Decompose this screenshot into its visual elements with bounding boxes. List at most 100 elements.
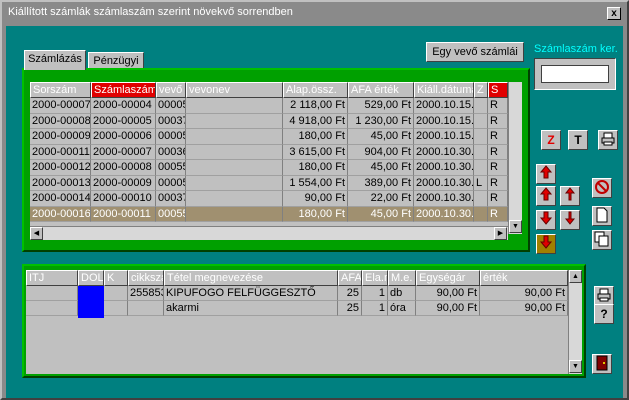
table-cell[interactable]: akarmi xyxy=(164,301,338,316)
column-header[interactable]: Tétel megnevezése xyxy=(164,270,338,286)
table-cell[interactable]: 90,00 Ft xyxy=(416,301,480,316)
table-cell[interactable]: 90,00 Ft xyxy=(480,301,568,316)
column-header[interactable]: M.e. xyxy=(388,270,416,286)
arrow-page-down-icon[interactable] xyxy=(560,210,580,230)
table-cell[interactable]: 2000-00009 xyxy=(91,175,156,191)
table-cell[interactable]: 25 xyxy=(338,286,362,301)
table-cell[interactable] xyxy=(474,206,488,222)
table-cell[interactable]: 389,00 Ft xyxy=(348,175,414,191)
scroll-down-icon[interactable]: ▼ xyxy=(509,220,522,233)
print-items-icon[interactable] xyxy=(594,286,614,306)
table-cell[interactable]: 00037 xyxy=(156,113,186,129)
column-header[interactable]: Számlaszám xyxy=(91,82,156,98)
table-cell[interactable]: R xyxy=(488,206,508,222)
table-cell[interactable]: 90,00 Ft xyxy=(416,286,480,301)
column-header[interactable]: vevonev xyxy=(186,82,283,98)
table-cell[interactable]: 2000-00014 xyxy=(30,191,91,207)
table-cell[interactable]: 1 554,00 Ft xyxy=(283,175,348,191)
table-cell[interactable]: 529,00 Ft xyxy=(348,98,414,114)
table-cell[interactable]: 255853 xyxy=(128,286,164,301)
table-cell[interactable]: 22,00 Ft xyxy=(348,191,414,207)
column-header[interactable]: Z xyxy=(474,82,488,98)
table-cell[interactable]: 00005 xyxy=(156,129,186,145)
arrow-down-icon[interactable] xyxy=(536,210,556,230)
arrow-page-up-icon[interactable] xyxy=(560,186,580,206)
table-cell[interactable]: R xyxy=(488,175,508,191)
table-cell[interactable]: R xyxy=(488,144,508,160)
table-cell[interactable]: 2000-00012 xyxy=(30,160,91,176)
table-cell[interactable]: 00005 xyxy=(156,98,186,114)
egy-vevo-szamlai-button[interactable]: Egy vevő számlái xyxy=(426,42,524,62)
table-cell[interactable]: R xyxy=(488,98,508,114)
table-cell[interactable] xyxy=(186,129,283,145)
table-cell[interactable] xyxy=(186,98,283,114)
table-cell[interactable] xyxy=(186,160,283,176)
table-cell[interactable]: 00037 xyxy=(156,191,186,207)
arrow-up-icon[interactable] xyxy=(536,186,556,206)
table-cell[interactable]: 2000.10.15. xyxy=(414,98,474,114)
table-cell[interactable]: 2000.10.15. xyxy=(414,129,474,145)
scroll-right-icon[interactable]: ▶ xyxy=(494,227,507,240)
delete-icon[interactable] xyxy=(592,178,612,198)
table-cell[interactable]: 45,00 Ft xyxy=(348,206,414,222)
table-cell[interactable] xyxy=(26,301,78,316)
table-cell[interactable]: 00055 xyxy=(156,206,186,222)
table-cell[interactable]: R xyxy=(488,160,508,176)
invoices-hscrollbar[interactable]: ◀ ▶ xyxy=(30,226,508,240)
table-cell[interactable]: 2000-00010 xyxy=(91,191,156,207)
table-cell[interactable]: 2000-00008 xyxy=(30,113,91,129)
scroll-left-icon[interactable]: ◀ xyxy=(30,227,43,240)
table-cell[interactable]: 25 xyxy=(338,301,362,316)
table-cell[interactable]: R xyxy=(488,191,508,207)
table-cell[interactable]: 2000-00016 xyxy=(30,206,91,222)
table-cell[interactable] xyxy=(104,301,128,316)
column-header[interactable]: Ela.m xyxy=(362,270,388,286)
table-cell[interactable]: R xyxy=(488,129,508,145)
table-cell[interactable]: 90,00 Ft xyxy=(480,286,568,301)
table-cell[interactable]: 2000.10.30. xyxy=(414,144,474,160)
table-cell[interactable] xyxy=(474,191,488,207)
invoices-vscrollbar[interactable]: ▼ xyxy=(508,82,522,234)
table-cell[interactable]: 2000-00007 xyxy=(30,98,91,114)
table-cell[interactable]: 904,00 Ft xyxy=(348,144,414,160)
table-cell[interactable] xyxy=(104,286,128,301)
table-cell[interactable]: 4 918,00 Ft xyxy=(283,113,348,129)
table-cell[interactable]: 2000-00011 xyxy=(30,144,91,160)
table-cell[interactable]: 00005 xyxy=(156,175,186,191)
table-cell[interactable]: 2000.10.30. xyxy=(414,206,474,222)
table-cell[interactable]: 2000-00007 xyxy=(91,144,156,160)
table-cell[interactable]: db xyxy=(388,286,416,301)
table-cell[interactable]: 00055 xyxy=(156,160,186,176)
printer-icon[interactable] xyxy=(598,130,618,150)
column-header[interactable]: K xyxy=(104,270,128,286)
table-cell[interactable]: 2000-00013 xyxy=(30,175,91,191)
table-cell[interactable] xyxy=(474,144,488,160)
table-cell[interactable]: 1 xyxy=(362,286,388,301)
table-cell[interactable] xyxy=(186,191,283,207)
arrow-bottom-icon[interactable] xyxy=(536,234,556,254)
table-cell[interactable] xyxy=(186,144,283,160)
column-header[interactable]: ITJ xyxy=(26,270,78,286)
column-header[interactable]: Sorszám xyxy=(30,82,91,98)
table-cell[interactable] xyxy=(474,113,488,129)
table-cell[interactable]: 2000-00004 xyxy=(91,98,156,114)
table-cell[interactable]: 00036 xyxy=(156,144,186,160)
table-cell[interactable]: R xyxy=(488,113,508,129)
column-header[interactable]: cikkszá xyxy=(128,270,164,286)
table-cell[interactable] xyxy=(474,98,488,114)
scroll-up-icon[interactable]: ▲ xyxy=(569,270,582,283)
table-cell[interactable]: 2000-00008 xyxy=(91,160,156,176)
table-cell[interactable]: 2000.10.30. xyxy=(414,175,474,191)
arrow-top-icon[interactable] xyxy=(536,164,556,184)
table-cell[interactable]: 45,00 Ft xyxy=(348,129,414,145)
table-cell[interactable] xyxy=(186,175,283,191)
column-header[interactable]: AFA érték xyxy=(348,82,414,98)
table-cell[interactable] xyxy=(128,301,164,316)
column-header[interactable]: AFA xyxy=(338,270,362,286)
table-cell[interactable]: 2000-00011 xyxy=(91,206,156,222)
table-cell[interactable]: 2000-00005 xyxy=(91,113,156,129)
column-header[interactable]: Kiáll.dátuma xyxy=(414,82,474,98)
close-button[interactable]: x xyxy=(607,7,621,20)
table-cell[interactable]: 1 xyxy=(362,301,388,316)
table-cell[interactable]: 2000-00006 xyxy=(91,129,156,145)
